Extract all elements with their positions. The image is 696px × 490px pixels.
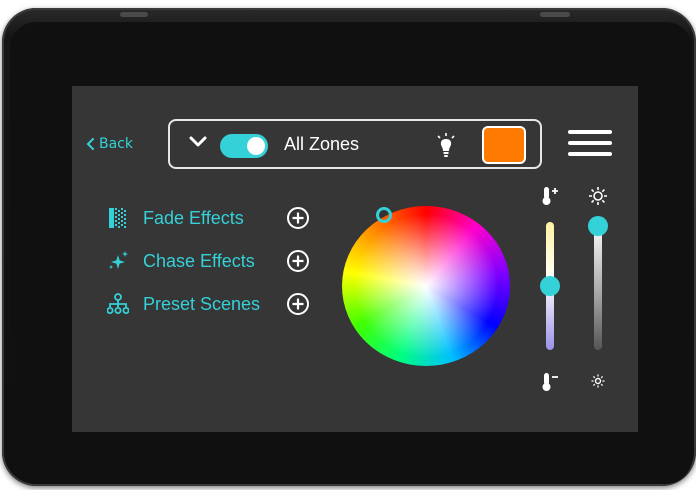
add-fade-effect-icon[interactable] bbox=[286, 206, 310, 230]
effect-label: Preset Scenes bbox=[143, 293, 261, 314]
brightness-knob[interactable] bbox=[588, 216, 608, 236]
menu-line bbox=[568, 130, 612, 134]
thermometer-plus-icon bbox=[542, 187, 558, 205]
sun-small-icon bbox=[591, 374, 605, 388]
fade-icon bbox=[106, 206, 130, 230]
fade-effects-item[interactable]: Fade Effects bbox=[106, 204, 310, 232]
chevron-down-icon[interactable] bbox=[188, 135, 208, 149]
selected-color-swatch[interactable] bbox=[482, 126, 526, 164]
menu-button[interactable] bbox=[568, 130, 612, 163]
chevron-left-icon bbox=[86, 138, 94, 150]
effect-label: Fade Effects bbox=[143, 207, 244, 228]
back-button[interactable]: Back bbox=[86, 136, 133, 152]
lightbulb-icon bbox=[437, 133, 455, 157]
zone-name: All Zones bbox=[284, 134, 360, 154]
device-button bbox=[120, 12, 148, 17]
color-temperature-knob[interactable] bbox=[540, 276, 560, 296]
menu-line bbox=[568, 152, 612, 156]
sparkle-icon bbox=[106, 249, 130, 273]
preset-scenes-item[interactable]: Preset Scenes bbox=[106, 290, 310, 318]
chase-effects-item[interactable]: Chase Effects bbox=[106, 247, 310, 275]
color-picker-handle[interactable] bbox=[376, 207, 392, 223]
sun-large-icon bbox=[589, 187, 607, 205]
color-wheel[interactable] bbox=[342, 206, 510, 366]
add-preset-scene-icon[interactable] bbox=[286, 292, 310, 316]
zone-power-toggle[interactable] bbox=[220, 134, 268, 158]
toggle-knob bbox=[247, 137, 265, 155]
device-button bbox=[540, 12, 570, 17]
add-chase-effect-icon[interactable] bbox=[286, 249, 310, 273]
brightness-slider[interactable] bbox=[594, 222, 602, 350]
color-wheel-container bbox=[342, 206, 512, 366]
zone-control-bar: All Zones bbox=[168, 119, 542, 169]
back-label: Back bbox=[99, 136, 133, 152]
effect-label: Chase Effects bbox=[143, 250, 255, 271]
hierarchy-icon bbox=[106, 292, 130, 316]
thermometer-minus-icon bbox=[542, 373, 558, 391]
menu-line bbox=[568, 141, 612, 145]
touch-screen: Back All Zones Fade Effects Chase Effect… bbox=[72, 86, 638, 432]
